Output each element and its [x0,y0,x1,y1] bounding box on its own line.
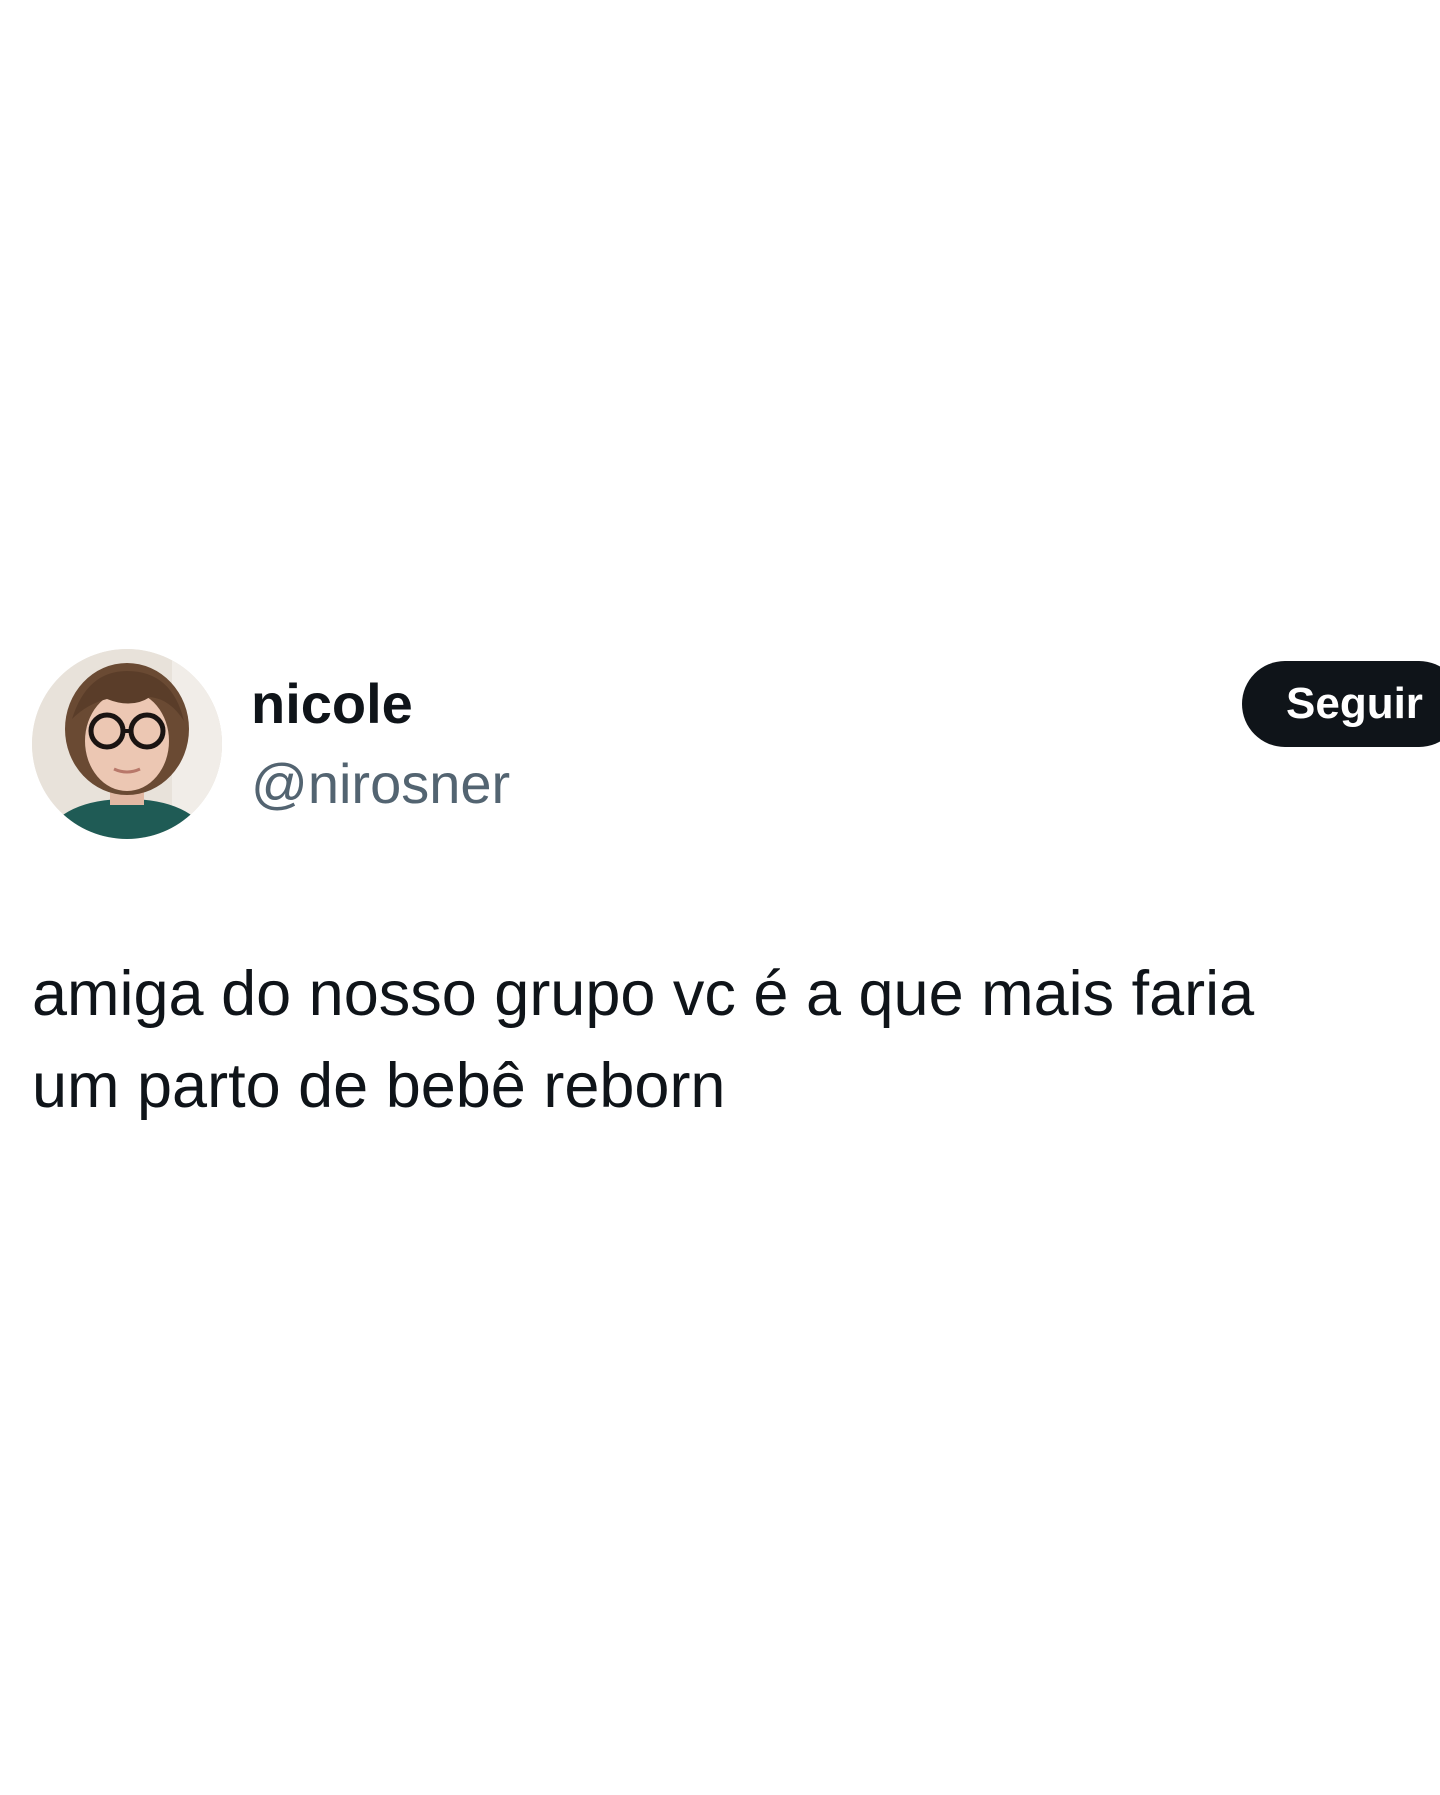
tweet-text-line: amiga do nosso grupo vc é a que mais far… [32,959,1255,1029]
avatar-photo [32,649,222,839]
author-handle[interactable]: @nirosner [251,752,510,816]
tweet-text: amiga do nosso grupo vc é a que mais far… [32,948,1412,1132]
author-display-name[interactable]: nicole [251,672,413,736]
tweet-text-line: um parto de bebê reborn [32,1051,726,1121]
follow-button[interactable]: Seguir [1242,661,1440,747]
tweet-card: nicole @nirosner Seguir amiga do nosso g… [0,0,1440,1795]
avatar[interactable] [32,649,222,839]
